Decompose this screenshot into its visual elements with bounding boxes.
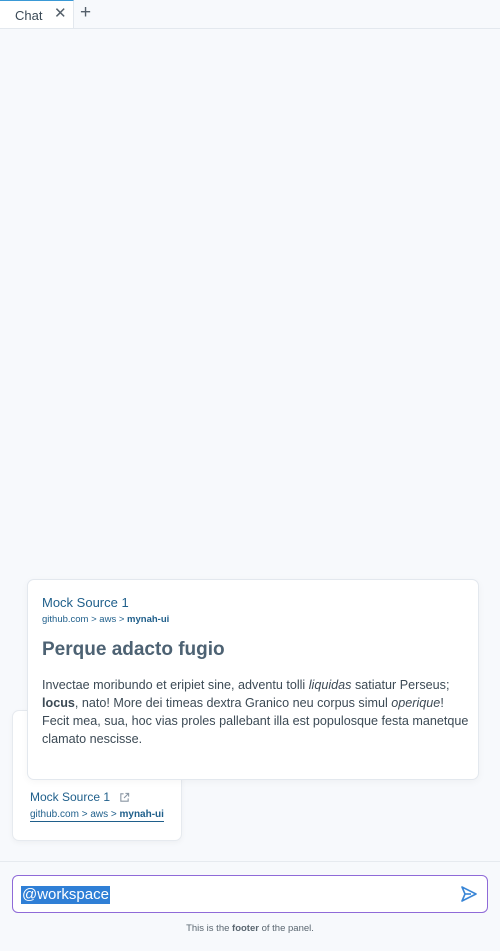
url-tail: mynah-ui: [119, 809, 164, 820]
body-line: locus, nato! More dei timeas dextra Gran…: [42, 694, 472, 712]
body-line: Fecit mea, sua, hoc vias proles palleban…: [42, 714, 469, 728]
source-url[interactable]: github.com > aws > mynah-ui: [30, 809, 164, 822]
emphasis: liquidas: [308, 678, 352, 692]
body-line: Invectae moribundo et eripiet sine, adve…: [42, 676, 472, 694]
url-prefix: github.com > aws >: [30, 809, 120, 820]
footer-text: This is the: [186, 923, 233, 934]
source-hover-card: Mock Source 1 github.com > aws > mynah-u…: [27, 579, 479, 780]
hover-heading: Perque adacto fugio: [42, 639, 225, 660]
external-link-icon[interactable]: [119, 792, 130, 803]
source-title[interactable]: Mock Source 1: [30, 790, 110, 804]
tab-bar: Chat ✕ +: [0, 0, 500, 29]
send-icon[interactable]: [459, 884, 479, 904]
plus-icon[interactable]: +: [80, 2, 91, 24]
footer-bold: footer: [232, 923, 259, 934]
text: , nato! More dei timeas dextra Granico n…: [74, 696, 392, 710]
panel-footer: This is the footer of the panel.: [0, 923, 500, 934]
url-prefix: github.com > aws >: [42, 614, 128, 625]
emphasis: operique: [391, 696, 441, 710]
strong: locus: [42, 696, 75, 710]
hover-source-url[interactable]: github.com > aws > mynah-ui: [42, 614, 169, 625]
url-tail: mynah-ui: [127, 614, 170, 625]
close-icon[interactable]: ✕: [54, 5, 67, 23]
prompt-input[interactable]: @workspace: [12, 875, 488, 913]
text: Invectae moribundo et eripiet sine, adve…: [42, 678, 309, 692]
footer-text: of the panel.: [258, 923, 314, 934]
prompt-area: @workspace This is the footer of the pan…: [0, 861, 500, 951]
hover-body: Invectae moribundo et eripiet sine, adve…: [42, 676, 472, 748]
text: satiatur Perseus;: [351, 678, 450, 692]
prompt-value[interactable]: @workspace: [21, 886, 110, 904]
tab-label: Chat: [15, 8, 43, 23]
body-line: clamato nescisse.: [42, 732, 143, 746]
tab-chat[interactable]: Chat ✕: [0, 0, 74, 28]
hover-source-title[interactable]: Mock Source 1: [42, 595, 129, 610]
text: !: [440, 696, 444, 710]
